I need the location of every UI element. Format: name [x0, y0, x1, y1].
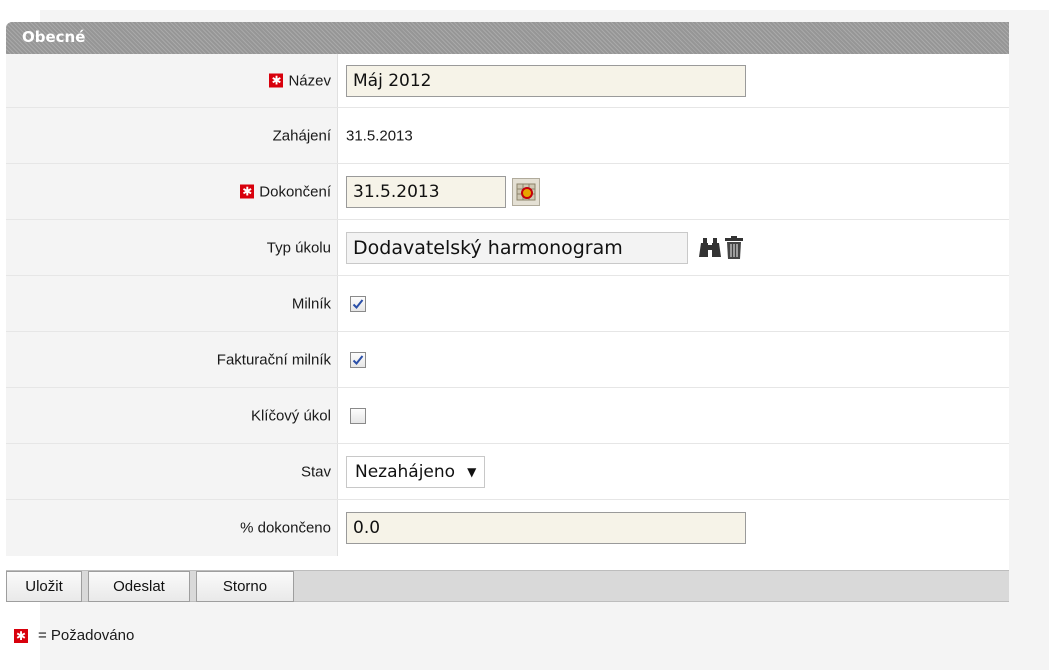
label-cell: Milník — [6, 276, 338, 331]
status-select[interactable]: Nezahájeno ▼ — [346, 455, 486, 488]
required-icon: ✱ — [240, 184, 255, 199]
billing-milestone-label: Fakturační milník — [216, 351, 331, 368]
end-label-text: Dokončení — [259, 183, 331, 200]
task-type-label: Typ úkolu — [266, 239, 331, 256]
calendar-icon — [516, 183, 536, 200]
name-input[interactable]: Máj 2012 — [346, 64, 746, 97]
percent-complete-input[interactable]: 0.0 — [346, 512, 746, 544]
label-cell: Klíčový úkol — [6, 388, 338, 443]
calendar-button[interactable] — [512, 177, 540, 206]
row-start: Zahájení 31.5.2013 — [6, 108, 1009, 164]
row-billing-milestone: Fakturační milník — [6, 332, 1009, 388]
label-cell: ✱ Dokončení — [6, 164, 338, 219]
percent-complete-value: 0.0 — [346, 512, 746, 544]
end-label: ✱ Dokončení — [240, 183, 331, 200]
milestone-value — [346, 295, 366, 312]
key-task-value — [346, 407, 366, 424]
status-selected-value: Nezahájeno — [355, 461, 456, 482]
label-cell: Zahájení — [6, 108, 338, 163]
task-type-value: Dodavatelský harmonogram — [346, 231, 744, 264]
label-cell: ✱ Název — [6, 54, 338, 107]
checkmark-icon — [352, 354, 364, 365]
row-name: ✱ Název Máj 2012 — [6, 54, 1009, 108]
task-type-input[interactable]: Dodavatelský harmonogram — [346, 231, 688, 264]
end-date-input[interactable]: 31.5.2013 — [346, 175, 506, 208]
label-cell: Typ úkolu — [6, 220, 338, 275]
label-cell: % dokončeno — [6, 500, 338, 556]
status-label: Stav — [300, 463, 331, 480]
label-cell: Stav — [6, 444, 338, 499]
key-task-checkbox[interactable] — [350, 407, 366, 424]
lookup-icons — [698, 235, 744, 260]
row-status: Stav Nezahájeno ▼ — [6, 444, 1009, 500]
label-cell: Fakturační milník — [6, 332, 338, 387]
milestone-label: Milník — [291, 295, 331, 312]
status-value: Nezahájeno ▼ — [346, 455, 486, 488]
milestone-checkbox[interactable] — [350, 295, 366, 312]
row-task-type: Typ úkolu Dodavatelský harmonogram — [6, 220, 1009, 276]
section-header: Obecné — [6, 22, 1009, 54]
binoculars-icon[interactable] — [698, 237, 722, 259]
chevron-down-icon: ▼ — [467, 464, 477, 479]
general-form: ✱ Název Máj 2012 Zahájení 31.5.2013 ✱ Do… — [6, 54, 1009, 570]
button-bar: Uložit Odeslat Storno — [6, 570, 1009, 602]
trash-icon[interactable] — [724, 235, 744, 260]
start-value-cell: 31.5.2013 — [346, 127, 413, 144]
required-icon: ✱ — [14, 628, 28, 643]
row-milestone: Milník — [6, 276, 1009, 332]
start-label: Zahájení — [272, 127, 331, 144]
legend-text: = Požadováno — [38, 627, 135, 644]
required-icon: ✱ — [269, 73, 284, 88]
required-legend: ✱ = Požadováno — [14, 627, 134, 644]
send-button[interactable]: Odeslat — [88, 571, 190, 602]
name-label: ✱ Název — [269, 72, 331, 89]
row-key-task: Klíčový úkol — [6, 388, 1009, 444]
top-cut-off-text — [0, 0, 1049, 10]
billing-milestone-value — [346, 351, 366, 368]
percent-complete-label: % dokončeno — [240, 519, 331, 537]
key-task-label: Klíčový úkol — [250, 407, 331, 424]
billing-milestone-checkbox[interactable] — [350, 351, 366, 368]
end-value: 31.5.2013 — [346, 175, 540, 208]
cancel-button[interactable]: Storno — [196, 571, 294, 602]
row-percent-complete: % dokončeno 0.0 — [6, 500, 1009, 556]
row-end: ✱ Dokončení 31.5.2013 — [6, 164, 1009, 220]
name-value: Máj 2012 — [346, 64, 746, 97]
name-label-text: Název — [288, 72, 331, 89]
checkmark-icon — [352, 298, 364, 309]
start-value: 31.5.2013 — [346, 127, 413, 144]
section-title: Obecné — [22, 28, 86, 46]
save-button[interactable]: Uložit — [6, 571, 82, 602]
